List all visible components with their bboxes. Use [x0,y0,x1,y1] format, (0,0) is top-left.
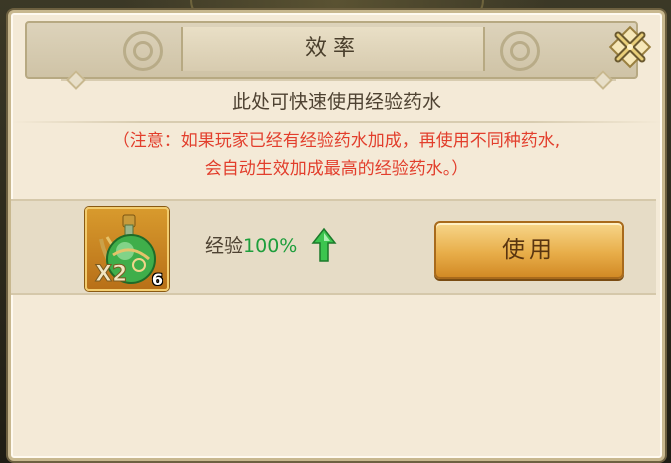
dialog-title: 效率 [304,36,361,61]
efficiency-dialog: 效率 此处可快速使用经验药水 （注意：如果玩家已经有经验药水加成，再使用不同种药… [8,10,665,461]
exp-bonus: 经验100% [205,231,297,261]
title-swirl-right-icon [500,31,540,71]
close-icon [608,25,652,69]
item-count: 6 [151,270,163,289]
use-button-label: 使用 [502,237,556,263]
title-bar: 效率 [25,21,638,79]
exp-bonus-value: 100% [243,235,298,257]
potion-row: X2 6 经验100% 使用 [11,199,656,295]
title-plate: 效率 [181,27,485,71]
title-swirl-left-icon [123,31,163,71]
header-divider [61,79,616,81]
notice-text: （注意：如果玩家已经有经验药水加成，再使用不同种药水, 会自动生效加成最高的经验… [71,127,602,183]
notice-line-1: （注意：如果玩家已经有经验药水加成，再使用不同种药水, [112,131,561,151]
close-button[interactable] [608,25,652,69]
notice-line-2: 会自动生效加成最高的经验药水。） [204,159,469,179]
potion-slot[interactable]: X2 6 [85,207,169,291]
up-arrow-icon [311,227,337,262]
dialog-subtitle: 此处可快速使用经验药水 [231,91,441,113]
use-button[interactable]: 使用 [434,221,624,279]
subtitle-divider [11,121,662,123]
exp-label: 经验 [205,235,244,257]
multiplier-text: X2 [95,262,127,287]
